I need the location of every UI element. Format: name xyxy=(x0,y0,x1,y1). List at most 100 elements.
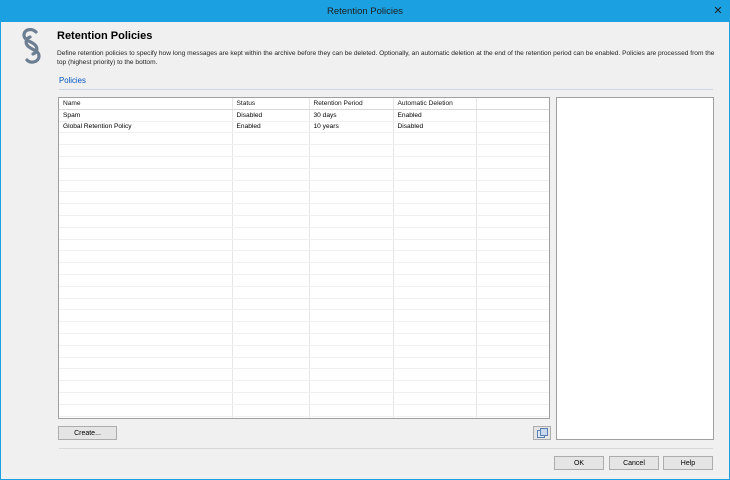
empty-cell xyxy=(393,191,477,205)
empty-cell xyxy=(476,215,549,228)
policy-retention-period: 10 years xyxy=(309,121,394,134)
empty-table-row xyxy=(59,180,549,193)
section-divider xyxy=(59,89,713,90)
empty-cell xyxy=(476,321,549,334)
empty-cell xyxy=(59,168,233,181)
empty-cell xyxy=(393,203,477,216)
empty-cell xyxy=(59,286,233,299)
empty-cell xyxy=(476,416,549,418)
empty-cell xyxy=(309,239,394,252)
close-button[interactable]: ✕ xyxy=(711,2,725,18)
empty-cell xyxy=(393,357,477,370)
title-bar[interactable]: Retention Policies ✕ xyxy=(1,1,729,22)
empty-cell xyxy=(59,227,233,240)
export-button[interactable] xyxy=(533,426,551,440)
policy-status: Enabled xyxy=(232,121,310,134)
empty-cell xyxy=(393,404,477,417)
empty-cell xyxy=(476,368,549,382)
column-header-retention-period[interactable]: Retention Period xyxy=(309,98,394,110)
empty-cell xyxy=(232,191,310,205)
empty-cell xyxy=(232,168,310,181)
create-button[interactable]: Create... xyxy=(58,426,117,440)
empty-cell xyxy=(232,239,310,252)
empty-cell xyxy=(59,262,233,275)
column-header-spare xyxy=(476,98,549,110)
empty-cell xyxy=(476,333,549,346)
empty-cell xyxy=(476,250,549,264)
empty-cell xyxy=(309,203,394,216)
empty-cell xyxy=(232,180,310,193)
empty-cell xyxy=(59,368,233,382)
empty-cell xyxy=(309,404,394,417)
empty-cell xyxy=(59,215,233,228)
empty-cell xyxy=(393,168,477,181)
policy-automatic-deletion: Enabled xyxy=(393,109,477,122)
empty-cell xyxy=(59,309,233,323)
column-header-name[interactable]: Name xyxy=(59,98,233,110)
empty-cell xyxy=(476,203,549,216)
empty-table-row xyxy=(59,250,549,264)
empty-table-row xyxy=(59,404,549,417)
column-header-automatic-deletion[interactable]: Automatic Deletion xyxy=(393,98,477,110)
help-button[interactable]: Help xyxy=(663,456,713,470)
empty-cell xyxy=(59,357,233,370)
footer-divider xyxy=(59,448,713,449)
column-header-status[interactable]: Status xyxy=(232,98,310,110)
empty-table-row xyxy=(59,203,549,216)
empty-cell xyxy=(232,203,310,216)
empty-cell xyxy=(232,274,310,287)
empty-cell xyxy=(476,392,549,405)
empty-cell xyxy=(232,357,310,370)
empty-cell xyxy=(476,168,549,181)
empty-table-row xyxy=(59,321,549,334)
empty-cell xyxy=(393,180,477,193)
empty-cell xyxy=(476,345,549,358)
empty-cell xyxy=(309,309,394,323)
empty-cell xyxy=(232,286,310,299)
empty-table-row xyxy=(59,392,549,405)
empty-cell xyxy=(232,227,310,240)
empty-cell xyxy=(393,274,477,287)
table-row[interactable]: Spam Disabled 30 days Enabled xyxy=(59,109,549,122)
empty-cell xyxy=(476,274,549,287)
empty-cell xyxy=(232,321,310,334)
empty-cell xyxy=(232,144,310,157)
empty-table-row xyxy=(59,144,549,157)
empty-cell xyxy=(393,345,477,358)
empty-cell xyxy=(476,286,549,299)
table-row[interactable]: Global Retention Policy Enabled 10 years… xyxy=(59,121,549,134)
retention-policies-window: Retention Policies ✕ Retention Policies … xyxy=(0,0,730,480)
empty-cell xyxy=(393,298,477,311)
empty-table-row xyxy=(59,345,549,358)
empty-cell xyxy=(59,144,233,157)
empty-cell xyxy=(232,368,310,382)
empty-table-row xyxy=(59,215,549,228)
empty-cell xyxy=(232,298,310,311)
empty-cell xyxy=(232,132,310,146)
empty-cell xyxy=(476,404,549,417)
empty-cell xyxy=(309,416,394,418)
empty-table-row xyxy=(59,156,549,169)
policies-table[interactable]: Name Status Retention Period Automatic D… xyxy=(58,97,550,419)
empty-cell xyxy=(393,239,477,252)
window-title: Retention Policies xyxy=(326,6,404,17)
empty-cell xyxy=(476,309,549,323)
empty-cell xyxy=(59,392,233,405)
policy-automatic-deletion: Disabled xyxy=(393,121,477,134)
empty-cell xyxy=(59,132,233,146)
empty-table-row xyxy=(59,168,549,181)
empty-cell xyxy=(232,333,310,346)
ok-button[interactable]: OK xyxy=(554,456,604,470)
cancel-button[interactable]: Cancel xyxy=(609,456,659,470)
empty-cell xyxy=(59,156,233,169)
empty-cell xyxy=(232,215,310,228)
empty-table-row xyxy=(59,309,549,323)
empty-cell xyxy=(476,227,549,240)
empty-cell xyxy=(309,191,394,205)
empty-cell xyxy=(309,144,394,157)
empty-cell xyxy=(309,368,394,382)
empty-cell xyxy=(59,250,233,264)
empty-cell xyxy=(309,274,394,287)
empty-cell xyxy=(59,298,233,311)
empty-table-row xyxy=(59,227,549,240)
